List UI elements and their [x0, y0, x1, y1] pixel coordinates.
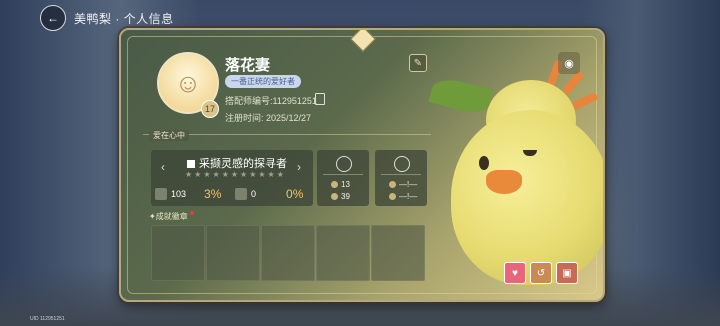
avatar-face-icon: ☺ — [174, 67, 202, 98]
sunray-icon — [571, 91, 599, 111]
mini-divider — [381, 174, 421, 175]
eye-icon: ◉ — [564, 57, 574, 70]
mini1-value-1: 13 — [341, 180, 350, 189]
breadcrumb: 美鸭梨 · 个人信息 — [74, 11, 174, 26]
profile-card: ☺ 17 落花妻 一番正统的爱好者 搭配师编号:112951251 注册时间: … — [119, 28, 605, 302]
visibility-button[interactable]: ◉ — [558, 52, 580, 74]
badge-label-text: ✦成就徽章 — [149, 212, 188, 221]
register-date: 注册时间: 2025/12/27 — [225, 113, 312, 123]
photo-button[interactable]: ▣ — [556, 262, 578, 284]
compass-icon — [336, 156, 352, 172]
share-icon: ↺ — [536, 267, 546, 279]
mini-divider — [323, 174, 363, 175]
pear-eye — [479, 156, 489, 170]
badge-slot-4[interactable] — [316, 225, 370, 281]
edit-icon: ✎ — [413, 57, 423, 69]
player-id: 搭配师编号:112951251 — [225, 96, 317, 106]
badge-section-label: ✦成就徽章 — [149, 211, 194, 222]
mini1-value-2: 39 — [341, 192, 350, 201]
star-icon — [331, 181, 338, 188]
sun-emblem-icon — [394, 156, 410, 172]
mini2-row-2: —!— — [389, 192, 417, 201]
achievement-stars: ★★★★★★★★★★★ — [185, 170, 286, 179]
achievement-title: 采撷灵感的探寻者 — [187, 155, 287, 171]
stat-1-icon — [155, 188, 167, 200]
sunray-icon — [561, 70, 585, 96]
stat-2-pct: 0% — [286, 187, 304, 201]
mini2-value-1: —!— — [399, 180, 418, 189]
achievement-title-text: 采撷灵感的探寻者 — [199, 158, 287, 170]
stat-2-icon — [235, 188, 247, 200]
pear-beak — [486, 170, 522, 194]
achievement-panel[interactable]: ‹ › 采撷灵感的探寻者 ★★★★★★★★★★★ 103 3% 0 0% — [151, 150, 313, 206]
notification-dot — [189, 211, 194, 215]
badge-slot-3[interactable] — [261, 225, 315, 281]
stat-2-value: 0 — [251, 189, 257, 199]
like-icon: ♥ — [512, 267, 518, 279]
top-bar: ← 美鸭梨 · 个人信息 — [40, 5, 174, 31]
edit-button[interactable]: ✎ — [409, 54, 427, 72]
section-label: 爱在心中 — [149, 130, 189, 141]
next-arrow-icon[interactable]: › — [297, 160, 301, 174]
mini-panel-2[interactable]: —!— —!— — [375, 150, 427, 206]
achievement-title-icon — [187, 160, 195, 169]
stat-row-1: 103 3% — [155, 186, 221, 202]
mini2-row-1: —!— — [389, 180, 417, 189]
level-badge: 17 — [201, 100, 219, 118]
title-tag[interactable]: 一番正统的爱好者 — [225, 75, 301, 88]
back-button[interactable]: ← — [40, 5, 66, 31]
prev-arrow-icon[interactable]: ‹ — [161, 160, 165, 174]
mini-panel-1[interactable]: 13 39 — [317, 150, 369, 206]
back-icon: ← — [47, 11, 59, 25]
coin-icon — [331, 193, 338, 200]
sparkle-icon — [389, 193, 396, 200]
badge-slot-5[interactable] — [371, 225, 425, 281]
share-button[interactable]: ↺ — [530, 262, 552, 284]
like-button[interactable]: ♥ — [504, 262, 526, 284]
photo-icon: ▣ — [562, 267, 572, 279]
leaf-icon — [428, 74, 494, 118]
uid-label: UID 112951251 — [30, 316, 65, 322]
badge-slot-2[interactable] — [206, 225, 260, 281]
mini1-row-1: 13 — [331, 180, 350, 189]
sword-icon — [389, 181, 396, 188]
stat-1-value: 103 — [171, 189, 187, 199]
badge-slot-1[interactable] — [151, 225, 205, 281]
pear-body — [451, 110, 603, 285]
stat-1-pct: 3% — [204, 187, 222, 201]
player-name: 落花妻 — [225, 57, 271, 74]
mini2-value-2: —!— — [399, 192, 418, 201]
mascot-illustration — [428, 40, 603, 295]
stat-row-2: 0 0% — [235, 186, 303, 202]
mini1-row-2: 39 — [331, 192, 350, 201]
copy-icon[interactable] — [315, 93, 325, 105]
